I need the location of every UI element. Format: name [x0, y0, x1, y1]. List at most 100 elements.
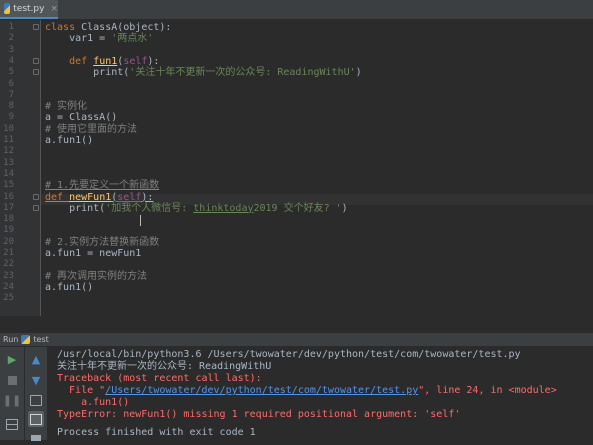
run-config-name: test: [33, 335, 49, 344]
fold-marker-icon[interactable]: [33, 69, 39, 76]
editor-tab-bar: test.py ×: [0, 0, 593, 20]
line-number: 21: [3, 248, 14, 258]
traceback-file-link[interactable]: /Users/twowater/dev/python/test/com/twow…: [105, 385, 418, 396]
traceback-code-line: a.fun1(): [57, 397, 130, 408]
line-number-gutter: 1 2 3 4 5 6 7 8 9 10 11 12 13 14 15 16 17 18 19 20 21 22 23 24 2…: [0, 20, 41, 316]
line-number: 19: [3, 225, 14, 236]
code-token: self: [123, 55, 148, 67]
line-number: 25: [3, 293, 14, 304]
print-button[interactable]: [29, 431, 43, 445]
code-line: # 1.先要定义一个新函数: [45, 180, 159, 191]
fold-marker-icon[interactable]: [33, 204, 39, 211]
run-console-output[interactable]: /usr/local/bin/python3.6 /Users/twowater…: [48, 347, 593, 440]
code-line: a.fun1 = newFun1: [45, 248, 141, 259]
line-number: 18: [3, 214, 14, 225]
line-number: 13: [3, 157, 14, 168]
code-line: # 再次调用实例的方法: [45, 271, 147, 282]
line-number: 10: [3, 123, 14, 134]
line-number: 17: [3, 202, 14, 213]
line-number: 20: [3, 236, 14, 247]
line-number: 9: [8, 112, 14, 123]
pause-button[interactable]: ❚❚: [3, 393, 21, 407]
traceback-file-line: File "/Users/twowater/dev/python/test/co…: [57, 385, 557, 397]
stop-button[interactable]: [5, 373, 19, 387]
layout-icon: [6, 418, 18, 430]
code-token: '关注十年不更新一次的公众号: ReadingWithU': [129, 67, 356, 79]
tab-label: test.py: [13, 3, 45, 14]
line-number: 6: [8, 78, 14, 89]
traceback-header: Traceback (most recent call last):: [57, 373, 262, 384]
code-token: # 2.实例方法替换新函数: [45, 236, 160, 248]
code-token: print(: [45, 67, 130, 79]
line-number: 22: [3, 259, 14, 270]
code-token: def: [69, 55, 94, 67]
python-config-icon: [21, 335, 31, 344]
code-line: # 使用它里面的方法: [45, 124, 137, 135]
code-token: ): [341, 202, 348, 214]
scroll-up-button[interactable]: ▲: [29, 352, 43, 366]
code-token: '加我个人微信号:: [105, 202, 194, 214]
line-number: 16: [3, 191, 14, 202]
line-number: 12: [3, 146, 14, 157]
traceback-prefix: File ": [57, 385, 106, 396]
code-token: # 1.先要定义一个新函数: [45, 180, 160, 192]
code-line: print('加我个人微信号: thinktoday2019 交个好友? '): [45, 203, 348, 214]
code-token: newFun1: [69, 191, 112, 203]
console-command-line: /usr/local/bin/python3.6 /Users/twowater…: [57, 349, 521, 360]
code-token: class: [45, 22, 82, 33]
fold-marker-icon[interactable]: [33, 193, 39, 200]
rerun-button[interactable]: ▶: [5, 352, 19, 366]
scroll-to-end-button[interactable]: [28, 411, 44, 427]
line-number: 15: [3, 180, 14, 191]
code-token: # 再次调用实例的方法: [45, 270, 148, 282]
close-tab-icon[interactable]: ×: [50, 4, 58, 14]
line-number: 24: [3, 281, 14, 292]
line-number: 2: [8, 33, 14, 44]
line-number: 23: [3, 270, 14, 281]
code-token: ):: [141, 191, 154, 203]
run-toolbar-left: ▶ ❚❚: [0, 347, 25, 440]
soft-wrap-button[interactable]: [29, 393, 43, 407]
line-number: 7: [8, 89, 14, 100]
traceback-suffix: ", line 24, in <module>: [418, 385, 557, 396]
code-line: # 2.实例方法替换新函数: [45, 237, 159, 248]
code-token: a = ClassA(): [45, 112, 118, 124]
code-editor[interactable]: 1 2 3 4 5 6 7 8 9 10 11 12 13 14 15 16 17 18 19 20 21 22 23 24 2…: [0, 20, 593, 316]
code-token: 2019 交个好友? ': [253, 202, 342, 214]
code-line: var1 = '两点水': [45, 33, 153, 44]
code-token: ): [355, 67, 362, 79]
fold-marker-icon[interactable]: [33, 57, 39, 64]
code-line: def fun1(self):: [45, 56, 159, 67]
code-token: # 实例化: [45, 101, 88, 113]
line-number: 14: [3, 168, 14, 179]
code-token: a.fun1 = newFun1: [45, 248, 142, 259]
console-output-line: 关注十年不更新一次的公众号: ReadingWithU: [57, 361, 272, 372]
scroll-end-icon: [30, 413, 42, 425]
code-token: ClassA(object):: [81, 22, 172, 33]
code-token: def: [45, 191, 70, 203]
line-number: 1: [8, 22, 14, 32]
type-error-line: TypeError: newFun1() missing 1 required …: [57, 409, 461, 420]
code-token: thinktoday: [193, 202, 254, 214]
line-number: 11: [3, 135, 14, 145]
code-token: '两点水': [111, 33, 154, 45]
line-number: 8: [8, 101, 14, 112]
layout-button[interactable]: [5, 417, 19, 431]
code-token: fun1: [93, 55, 118, 67]
stop-icon: [7, 375, 17, 385]
tab-test-py[interactable]: test.py ×: [0, 0, 58, 19]
line-number: 5: [8, 67, 14, 78]
code-line: class ClassA(object):: [45, 22, 171, 33]
code-token: a.fun1(): [45, 281, 94, 293]
fold-marker-icon[interactable]: [33, 24, 39, 30]
soft-wrap-icon: [30, 394, 42, 406]
code-token: ):: [147, 55, 160, 67]
code-token: a.fun1(): [45, 135, 94, 146]
code-token: self: [117, 191, 142, 203]
scroll-down-button[interactable]: ▼: [29, 373, 43, 387]
code-line: print('关注十年不更新一次的公众号: ReadingWithU'): [45, 67, 362, 78]
code-line: a = ClassA(): [45, 112, 117, 123]
run-panel-header: Run test: [0, 332, 593, 347]
code-token: print(: [45, 202, 106, 214]
